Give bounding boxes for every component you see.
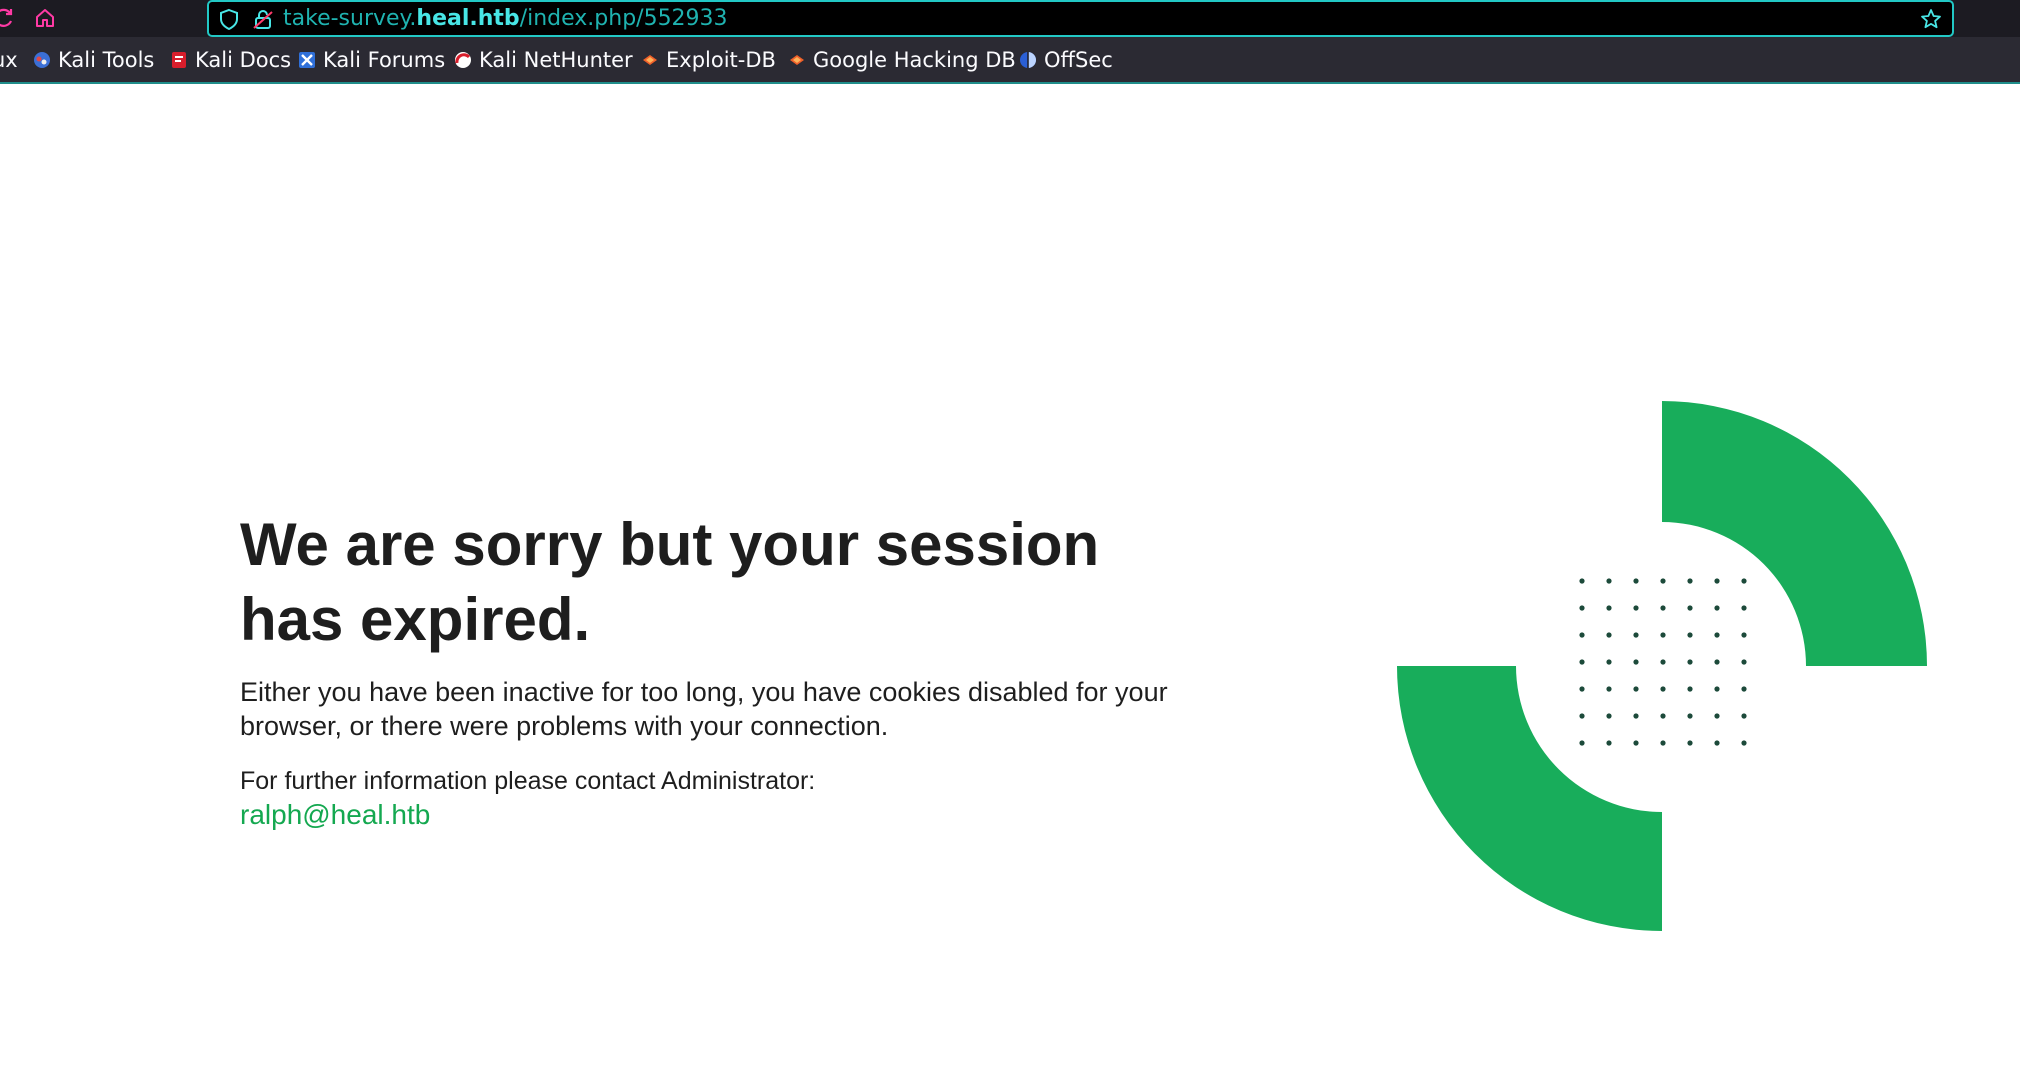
- grid-dot: [1660, 632, 1666, 638]
- grid-dot: [1714, 578, 1720, 584]
- bookmark-kali-docs[interactable]: Kali Docs: [170, 47, 291, 73]
- grid-dot: [1606, 713, 1612, 719]
- grid-dot: [1687, 659, 1693, 665]
- bookmark-google-hacking-db[interactable]: Google Hacking DB: [788, 47, 1016, 73]
- tracking-protection-shield-icon[interactable]: [218, 8, 240, 35]
- kali-nethunter-icon: [455, 52, 471, 68]
- url-prefix: take-survey.: [283, 6, 417, 31]
- grid-dot: [1660, 740, 1666, 746]
- grid-dot: [1687, 740, 1693, 746]
- bookmark-label: Kali Tools: [58, 48, 155, 72]
- grid-dot: [1579, 605, 1585, 611]
- grid-dot: [1741, 686, 1747, 692]
- bookmark-label: OffSec: [1044, 48, 1113, 72]
- grid-dot: [1660, 686, 1666, 692]
- bookmark-label: Kali Forums: [323, 48, 446, 72]
- grid-dot: [1714, 713, 1720, 719]
- grid-dot: [1714, 740, 1720, 746]
- grid-dot: [1714, 686, 1720, 692]
- grid-dot: [1741, 659, 1747, 665]
- grid-dot: [1714, 605, 1720, 611]
- grid-dot: [1633, 740, 1639, 746]
- grid-dot: [1687, 605, 1693, 611]
- grid-dot: [1579, 713, 1585, 719]
- grid-dot: [1714, 659, 1720, 665]
- dot-grid: [1579, 578, 1747, 746]
- grid-dot: [1606, 605, 1612, 611]
- browser-toolbar: take-survey.heal.htb/index.php/552933: [0, 0, 2020, 37]
- grid-dot: [1660, 605, 1666, 611]
- contact-info-label: For further information please contact A…: [240, 767, 816, 795]
- kali-docs-icon: [172, 52, 186, 68]
- address-bar[interactable]: take-survey.heal.htb/index.php/552933: [207, 0, 1954, 37]
- grid-dot: [1741, 713, 1747, 719]
- error-message: Either you have been inactive for too lo…: [240, 677, 1168, 741]
- bookmark-kali-forums[interactable]: Kali Forums: [298, 47, 445, 73]
- upper-quarter-ring: [1662, 401, 1927, 666]
- bookmark-kali-linux[interactable]: ux: [0, 47, 18, 73]
- admin-email-link[interactable]: ralph@heal.htb: [240, 798, 430, 832]
- grid-dot: [1606, 740, 1612, 746]
- grid-dot: [1579, 632, 1585, 638]
- kali-forums-icon: [299, 52, 315, 68]
- bookmark-exploit-db[interactable]: Exploit-DB: [641, 47, 776, 73]
- home-icon[interactable]: [32, 5, 58, 31]
- grid-dot: [1741, 632, 1747, 638]
- grid-dot: [1714, 632, 1720, 638]
- grid-dot: [1606, 632, 1612, 638]
- bookmarks-toolbar: ux Kali Tools Kali Docs Kali Forums Kali…: [0, 37, 2020, 84]
- exploit-db-icon: [643, 55, 657, 65]
- lower-quarter-ring: [1397, 666, 1662, 931]
- grid-dot: [1633, 659, 1639, 665]
- bookmark-kali-nethunter[interactable]: Kali NetHunter: [454, 47, 633, 73]
- page-title: We are sorry but your session has expire…: [240, 511, 1100, 653]
- bookmark-kali-tools[interactable]: Kali Tools: [33, 47, 154, 73]
- grid-dot: [1660, 713, 1666, 719]
- bookmark-label: Kali Docs: [195, 48, 292, 72]
- grid-dot: [1633, 605, 1639, 611]
- google-hacking-db-icon: [790, 55, 804, 65]
- kali-tools-icon: [34, 52, 50, 68]
- grid-dot: [1579, 740, 1585, 746]
- grid-dot: [1687, 578, 1693, 584]
- url-text[interactable]: take-survey.heal.htb/index.php/552933: [283, 6, 728, 32]
- insecure-lock-icon[interactable]: [252, 8, 274, 35]
- bookmark-star-icon[interactable]: [1920, 8, 1942, 35]
- grid-dot: [1633, 578, 1639, 584]
- reload-icon[interactable]: [0, 5, 17, 31]
- bookmark-offsec[interactable]: OffSec: [1019, 47, 1113, 73]
- grid-dot: [1687, 713, 1693, 719]
- grid-dot: [1633, 713, 1639, 719]
- grid-dot: [1741, 578, 1747, 584]
- grid-dot: [1633, 686, 1639, 692]
- url-path: /index.php/552933: [519, 6, 728, 31]
- grid-dot: [1606, 578, 1612, 584]
- offsec-icon: [1020, 52, 1036, 68]
- grid-dot: [1633, 632, 1639, 638]
- grid-dot: [1741, 605, 1747, 611]
- grid-dot: [1579, 578, 1585, 584]
- grid-dot: [1579, 686, 1585, 692]
- bookmark-label: Kali NetHunter: [479, 48, 633, 72]
- url-host: heal.htb: [416, 6, 520, 31]
- bookmark-label: Google Hacking DB: [813, 48, 1016, 72]
- grid-dot: [1687, 632, 1693, 638]
- grid-dot: [1606, 686, 1612, 692]
- bookmark-label: ux: [0, 48, 18, 72]
- grid-dot: [1741, 740, 1747, 746]
- grid-dot: [1660, 659, 1666, 665]
- page-content: We are sorry but your session has expire…: [0, 85, 2020, 1069]
- grid-dot: [1579, 659, 1585, 665]
- session-expired-illustration: [1397, 401, 1927, 931]
- grid-dot: [1687, 686, 1693, 692]
- bookmark-label: Exploit-DB: [666, 48, 776, 72]
- grid-dot: [1606, 659, 1612, 665]
- grid-dot: [1660, 578, 1666, 584]
